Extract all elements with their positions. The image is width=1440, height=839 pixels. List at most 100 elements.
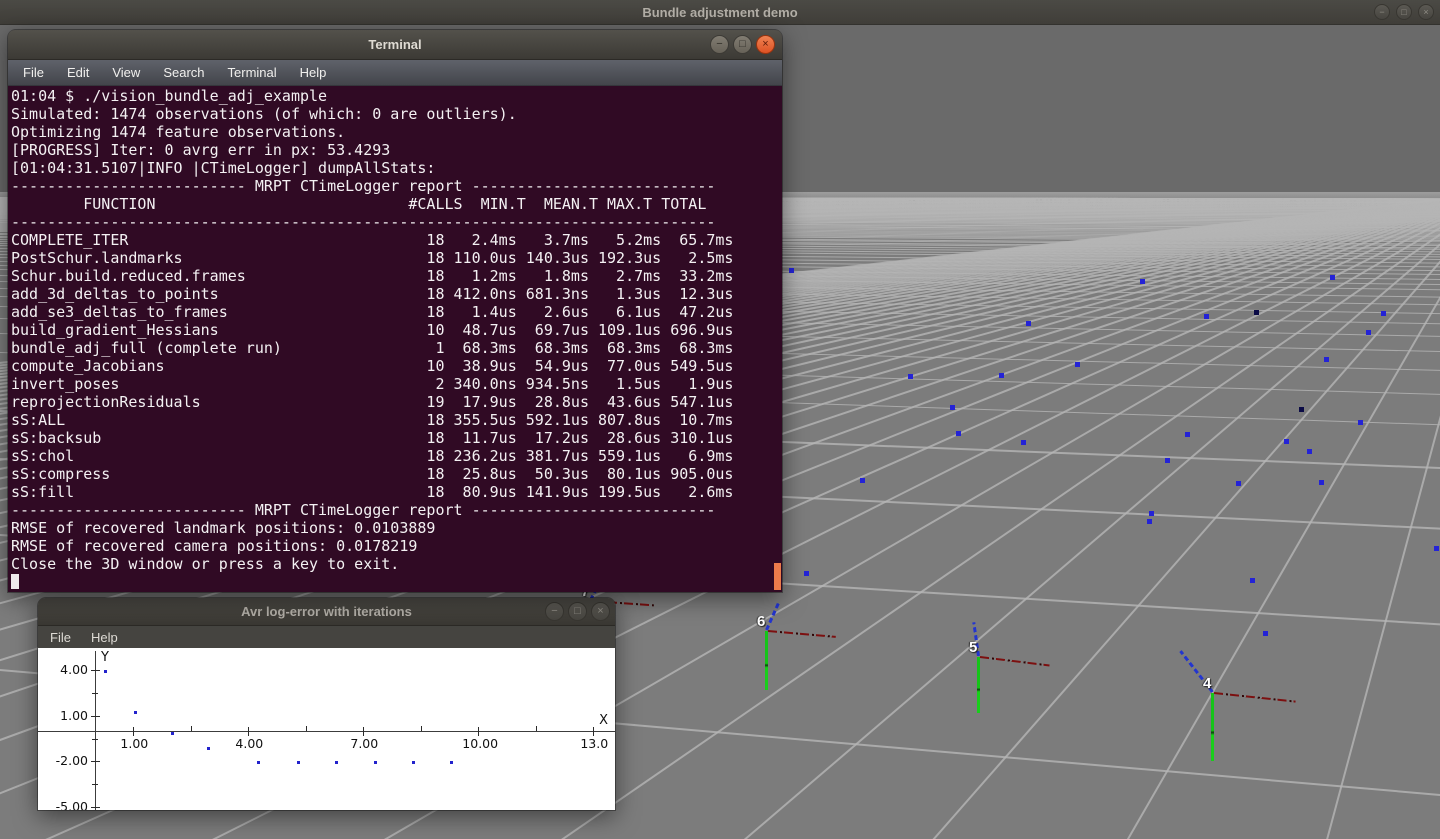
- x-minor-tick: [191, 726, 192, 731]
- data-point: [374, 761, 377, 764]
- x-tick-label: 4.00: [232, 736, 266, 751]
- y-axis-label: Y: [101, 650, 109, 665]
- menu-help[interactable]: Help: [295, 63, 332, 82]
- minimize-icon[interactable]: −: [545, 602, 564, 621]
- y-minor-tick: [92, 784, 98, 785]
- x-major-tick: [133, 727, 134, 736]
- data-point: [134, 711, 137, 714]
- close-icon[interactable]: ×: [591, 602, 610, 621]
- y-axis: [95, 651, 96, 810]
- data-point: [412, 761, 415, 764]
- y-tick-label: -5.00: [48, 799, 88, 810]
- terminal-cursor: [11, 574, 19, 589]
- frame-y-axis: [765, 631, 768, 690]
- landmark-dot: [908, 374, 913, 379]
- x-tick-label: 7.00: [347, 736, 381, 751]
- data-point: [335, 761, 338, 764]
- landmark-dot: [1284, 439, 1289, 444]
- menu-edit[interactable]: Edit: [62, 63, 94, 82]
- maximize-icon[interactable]: □: [1396, 4, 1412, 20]
- data-point: [207, 747, 210, 750]
- terminal-window: Terminal − □ × File Edit View Search Ter…: [8, 30, 782, 592]
- landmark-dot: [1149, 511, 1154, 516]
- maximize-icon[interactable]: □: [733, 35, 752, 54]
- menu-help[interactable]: Help: [87, 629, 122, 646]
- frame-label: 5: [969, 639, 977, 656]
- terminal-scrollbar-thumb[interactable]: [774, 563, 781, 590]
- x-tick-label: 13.0: [577, 736, 611, 751]
- terminal-window-controls: − □ ×: [710, 35, 775, 54]
- y-major-tick: [91, 716, 100, 717]
- chart-canvas[interactable]: Y X 1.004.007.0010.0013.04.001.00-2.00-5…: [38, 648, 615, 810]
- close-icon[interactable]: ×: [756, 35, 775, 54]
- landmark-dot: [1319, 480, 1324, 485]
- y-major-tick: [91, 761, 100, 762]
- landmark-dot: [1236, 481, 1241, 486]
- frame-label: 6: [757, 613, 765, 630]
- frame-label: 4: [1203, 675, 1211, 692]
- landmark-dot: [999, 373, 1004, 378]
- y-minor-tick: [92, 739, 98, 740]
- x-minor-tick: [421, 726, 422, 731]
- landmark-dot: [1324, 357, 1329, 362]
- landmark-dot: [1165, 458, 1170, 463]
- data-point: [450, 761, 453, 764]
- x-axis: [38, 731, 615, 732]
- minimize-icon[interactable]: −: [1374, 4, 1390, 20]
- x-major-tick: [593, 727, 594, 736]
- x-major-tick: [478, 727, 479, 736]
- menu-view[interactable]: View: [107, 63, 145, 82]
- x-tick-label: 10.00: [462, 736, 496, 751]
- y-major-tick: [91, 807, 100, 808]
- terminal-titlebar[interactable]: Terminal − □ ×: [8, 30, 782, 60]
- x-major-tick: [248, 727, 249, 736]
- x-minor-tick: [306, 726, 307, 731]
- main-window-title: Bundle adjustment demo: [0, 0, 1440, 25]
- terminal-title: Terminal: [8, 30, 782, 60]
- terminal-output: 01:04 $ ./vision_bundle_adj_example Simu…: [8, 86, 782, 591]
- data-point: [104, 670, 107, 673]
- landmark-dot: [789, 268, 794, 273]
- y-tick-label: 4.00: [48, 662, 88, 677]
- menu-file[interactable]: File: [18, 63, 49, 82]
- plot-window: Avr log-error with iterations − □ × File…: [38, 598, 615, 810]
- plot-menubar: File Help: [38, 626, 615, 648]
- data-point: [171, 732, 174, 735]
- maximize-icon[interactable]: □: [568, 602, 587, 621]
- frame-y-axis: [977, 657, 980, 713]
- plot-window-controls: − □ ×: [545, 602, 610, 621]
- landmark-dot: [1434, 546, 1439, 551]
- landmark-dot: [1330, 275, 1335, 280]
- close-icon[interactable]: ×: [1418, 4, 1434, 20]
- y-minor-tick: [92, 693, 98, 694]
- plot-window-titlebar[interactable]: Avr log-error with iterations − □ ×: [38, 598, 615, 626]
- minimize-icon[interactable]: −: [710, 35, 729, 54]
- landmark-dot: [1366, 330, 1371, 335]
- frame-y-axis: [1211, 693, 1214, 761]
- landmark-dot: [1021, 440, 1026, 445]
- landmark-dot: [1299, 407, 1304, 412]
- data-point: [257, 761, 260, 764]
- y-major-tick: [91, 670, 100, 671]
- menu-terminal[interactable]: Terminal: [223, 63, 282, 82]
- menu-search[interactable]: Search: [158, 63, 209, 82]
- landmark-dot: [1204, 314, 1209, 319]
- x-axis-label: X: [599, 713, 608, 728]
- landmark-dot: [1147, 519, 1152, 524]
- main-window-controls: − □ ×: [1374, 4, 1434, 20]
- landmark-dot: [1185, 432, 1190, 437]
- landmark-dot: [950, 405, 955, 410]
- x-tick-label: 1.00: [117, 736, 151, 751]
- landmark-dot: [1254, 310, 1259, 315]
- menu-file[interactable]: File: [46, 629, 75, 646]
- landmark-dot: [1075, 362, 1080, 367]
- terminal-content[interactable]: 01:04 $ ./vision_bundle_adj_example Simu…: [8, 86, 782, 592]
- y-tick-label: 1.00: [48, 708, 88, 723]
- landmark-dot: [1250, 578, 1255, 583]
- landmark-dot: [1263, 631, 1268, 636]
- landmark-dot: [1307, 449, 1312, 454]
- landmark-dot: [1140, 279, 1145, 284]
- landmark-dot: [1026, 321, 1031, 326]
- landmark-dot: [1381, 311, 1386, 316]
- main-window-titlebar[interactable]: Bundle adjustment demo − □ ×: [0, 0, 1440, 25]
